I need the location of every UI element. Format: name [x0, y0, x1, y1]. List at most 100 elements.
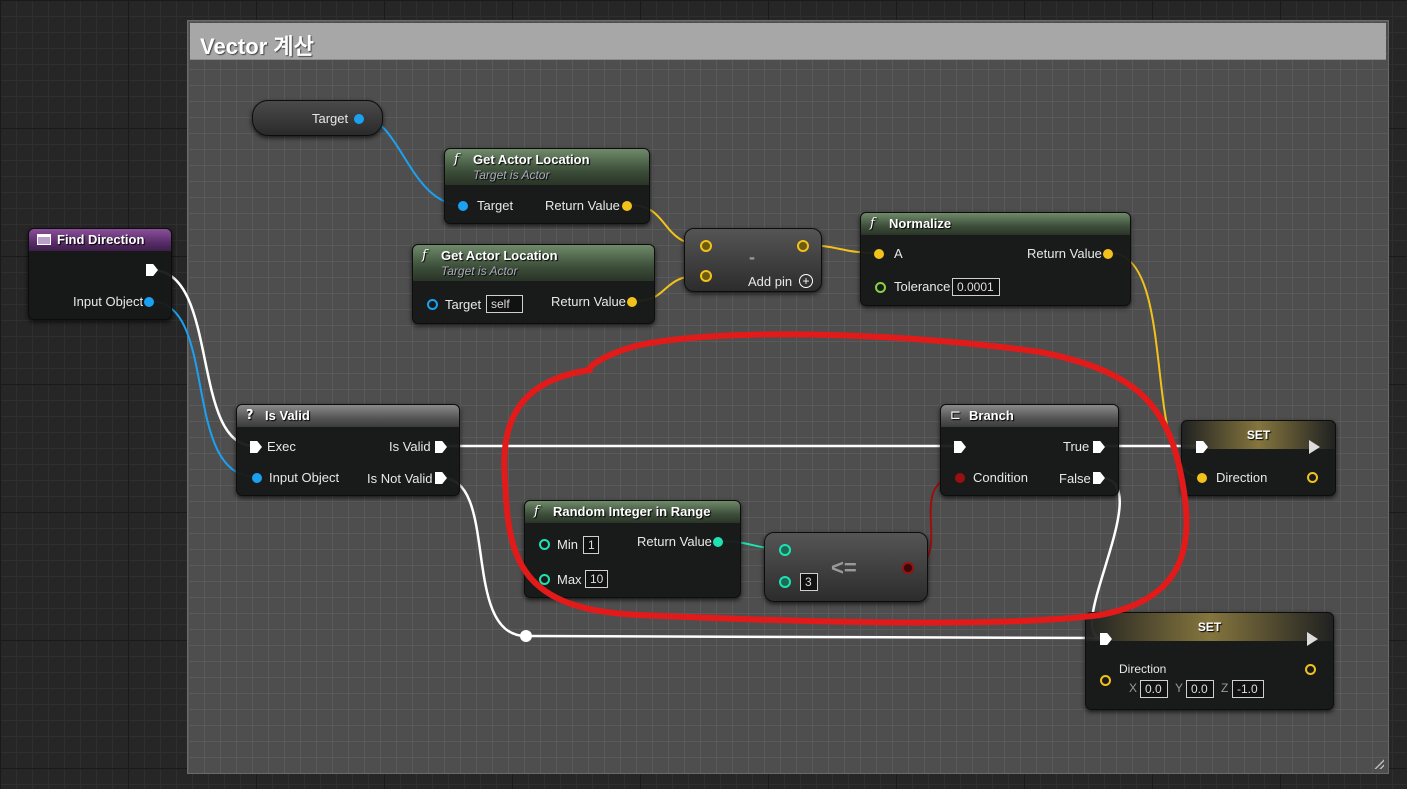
- target-self-field[interactable]: self: [486, 295, 523, 313]
- y-field[interactable]: 0.0: [1186, 680, 1214, 698]
- get-actor-location-title-1: Get Actor Location: [473, 152, 590, 167]
- get-actor-location-node-2[interactable]: f Get Actor Location Target is Actor Tar…: [412, 244, 655, 324]
- false-label: False: [1059, 471, 1091, 486]
- is-not-valid-exec-out[interactable]: [435, 472, 447, 484]
- set-title-2: SET: [1197, 620, 1222, 634]
- set1-direction-pin[interactable]: [1197, 473, 1207, 483]
- is-valid-out-label: Is Valid: [389, 439, 431, 454]
- max-label: Max: [557, 572, 582, 587]
- function-icon: f: [422, 248, 427, 263]
- subtract-out-pin[interactable]: [797, 240, 809, 252]
- return-value-pin-2[interactable]: [627, 297, 637, 307]
- set-node-2[interactable]: SET Direction X 0.0 Y 0.0 Z -1.0: [1085, 612, 1334, 710]
- return-value-label-2: Return Value: [551, 294, 626, 309]
- normalize-title: Normalize: [889, 216, 952, 231]
- normalize-a-label: A: [894, 246, 903, 261]
- normalize-a-pin[interactable]: [874, 249, 884, 259]
- set2-direction-label: Direction: [1119, 662, 1167, 676]
- target-variable-node[interactable]: Target: [252, 100, 383, 136]
- set-node-1[interactable]: SET Direction: [1181, 420, 1336, 496]
- branch-exec-in[interactable]: [954, 441, 966, 453]
- get-actor-location-header-2: f Get Actor Location Target is Actor: [413, 245, 654, 281]
- get-actor-location-header-1: f Get Actor Location Target is Actor: [445, 149, 649, 185]
- normalize-node[interactable]: f Normalize A Return Value Tolerance 0.0…: [860, 212, 1131, 306]
- compare-a-pin[interactable]: [779, 544, 791, 556]
- max-field[interactable]: 10: [585, 570, 608, 588]
- set2-exec-out-icon[interactable]: [1307, 632, 1318, 646]
- condition-pin[interactable]: [955, 473, 965, 483]
- min-field[interactable]: 1: [583, 536, 599, 554]
- tolerance-label: Tolerance: [894, 279, 951, 294]
- find-direction-node[interactable]: Find Direction Input Object: [28, 228, 172, 320]
- z-field[interactable]: -1.0: [1232, 680, 1264, 698]
- x-field[interactable]: 0.0: [1140, 680, 1168, 698]
- true-exec-out[interactable]: [1093, 441, 1105, 453]
- branch-icon: ⊏: [950, 408, 961, 423]
- is-valid-node[interactable]: ? Is Valid Exec Is Valid Input Object Is…: [236, 404, 460, 496]
- set2-out-pin[interactable]: [1305, 664, 1316, 675]
- add-pin-icon[interactable]: +: [799, 274, 813, 288]
- normalize-header: f Normalize: [861, 213, 1130, 235]
- compare-symbol: <=: [831, 555, 857, 580]
- is-valid-exec-out[interactable]: [435, 441, 447, 453]
- compare-node[interactable]: 3 <=: [764, 532, 928, 602]
- find-direction-header: Find Direction: [29, 229, 171, 251]
- compare-out-pin[interactable]: [902, 562, 914, 574]
- comment-title-bar[interactable]: Vector 계산: [190, 23, 1386, 60]
- set2-direction-pin[interactable]: [1100, 675, 1111, 686]
- reroute-knot[interactable]: [520, 630, 532, 642]
- random-integer-node[interactable]: f Random Integer in Range Min 1 Return V…: [524, 500, 741, 598]
- exec-label: Exec: [267, 439, 296, 454]
- set1-out-pin[interactable]: [1307, 472, 1318, 483]
- y-label: Y: [1175, 681, 1184, 695]
- function-icon: f: [870, 216, 875, 231]
- input-object-out-pin[interactable]: [144, 297, 154, 307]
- find-direction-exec-out[interactable]: [146, 264, 158, 276]
- false-exec-out[interactable]: [1093, 472, 1105, 484]
- input-object-label: Input Object: [73, 294, 144, 309]
- get-actor-location-subtitle-1: Target is Actor: [473, 168, 550, 182]
- subtract-b-pin[interactable]: [700, 270, 712, 282]
- is-valid-input-label: Input Object: [269, 470, 340, 485]
- random-integer-title: Random Integer in Range: [553, 504, 711, 519]
- tolerance-pin[interactable]: [875, 282, 886, 293]
- subtract-a-pin[interactable]: [700, 240, 712, 252]
- subtract-node[interactable]: - Add pin +: [684, 228, 822, 292]
- is-valid-input-pin[interactable]: [252, 473, 262, 483]
- condition-label: Condition: [973, 470, 1028, 485]
- set1-direction-label: Direction: [1216, 470, 1268, 485]
- tolerance-field[interactable]: 0.0001: [952, 278, 1000, 296]
- comment-title: Vector 계산: [200, 34, 314, 59]
- set-header-2: SET: [1086, 613, 1333, 641]
- function-icon: f: [454, 152, 459, 167]
- branch-header: ⊏ Branch: [941, 405, 1118, 427]
- add-pin-label[interactable]: Add pin: [748, 274, 792, 289]
- return-value-label-1: Return Value: [545, 198, 620, 213]
- x-label: X: [1129, 681, 1138, 695]
- resize-grip-icon[interactable]: [1372, 757, 1384, 769]
- get-actor-location-node-1[interactable]: f Get Actor Location Target is Actor Tar…: [444, 148, 650, 224]
- normalize-return-pin[interactable]: [1103, 249, 1113, 259]
- compare-b-pin[interactable]: [779, 576, 791, 588]
- compare-b-field[interactable]: 3: [800, 573, 818, 591]
- is-valid-exec-in[interactable]: [250, 441, 262, 453]
- max-pin[interactable]: [539, 574, 550, 585]
- random-return-pin[interactable]: [713, 537, 723, 547]
- target-in-label-2: Target: [445, 297, 482, 312]
- target-in-pin-1[interactable]: [458, 201, 468, 211]
- subtract-symbol: -: [749, 247, 755, 267]
- min-pin[interactable]: [539, 539, 550, 550]
- function-icon: f: [534, 504, 539, 519]
- is-not-valid-label: Is Not Valid: [367, 471, 433, 486]
- target-in-pin-2[interactable]: [427, 299, 438, 310]
- is-valid-header: ? Is Valid: [237, 405, 459, 427]
- branch-node[interactable]: ⊏ Branch True Condition False: [940, 404, 1119, 496]
- min-label: Min: [557, 537, 578, 552]
- question-icon: ?: [246, 408, 254, 423]
- get-actor-location-title-2: Get Actor Location: [441, 248, 558, 263]
- target-out-pin[interactable]: [354, 114, 364, 124]
- true-label: True: [1063, 439, 1090, 454]
- return-value-pin-1[interactable]: [622, 201, 632, 211]
- target-in-label-1: Target: [477, 198, 514, 213]
- set1-exec-out-icon[interactable]: [1309, 440, 1320, 454]
